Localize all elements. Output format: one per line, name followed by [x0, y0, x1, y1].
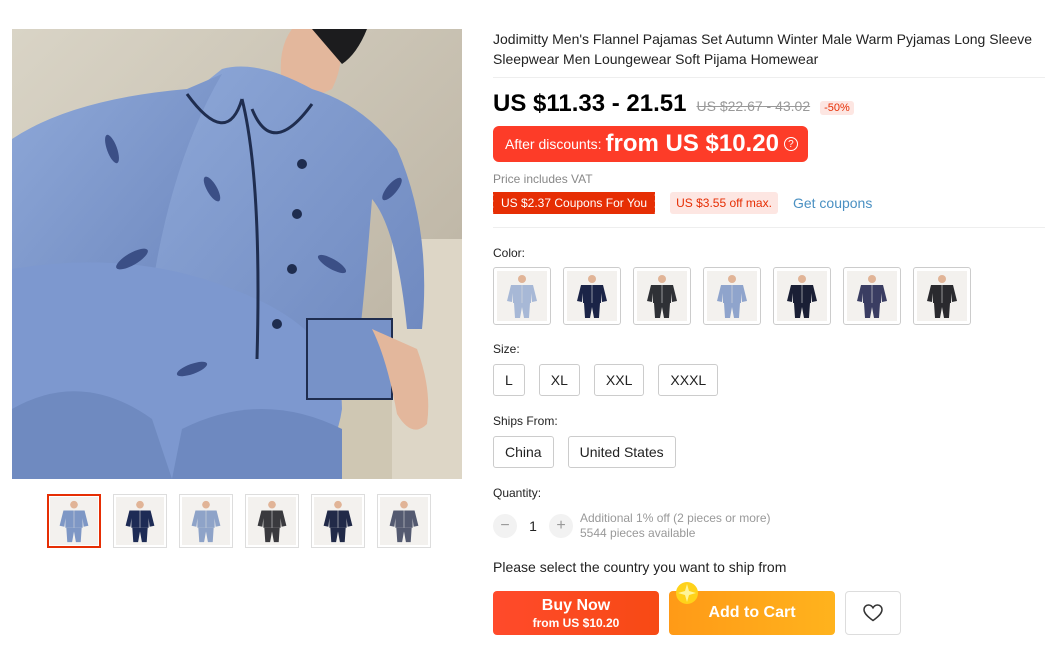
purple-navy-pajama-swatch-icon	[847, 271, 897, 321]
dark-navy-pajama-swatch-icon	[777, 271, 827, 321]
color-swatch[interactable]	[773, 267, 831, 325]
sparkle-icon	[676, 582, 698, 604]
quantity-info: Additional 1% off (2 pieces or more) 554…	[580, 511, 771, 541]
gallery-thumbnail[interactable]	[377, 494, 431, 548]
blue-photo-pajama-swatch-icon	[707, 271, 757, 321]
product-info: Jodimitty Men's Flannel Pajamas Set Autu…	[490, 29, 1045, 635]
navy-pajama-swatch-icon	[567, 271, 617, 321]
main-product-image[interactable]	[12, 29, 462, 479]
discount-badge: -50%	[820, 101, 854, 115]
size-option-xxl[interactable]: XXL	[593, 364, 645, 396]
thumbnail-strip	[47, 494, 431, 548]
color-label: Color:	[493, 246, 526, 260]
size-option-l[interactable]: L	[493, 364, 525, 396]
ships-from-option-china[interactable]: China	[493, 436, 554, 468]
gallery-thumbnail[interactable]	[179, 494, 233, 548]
gallery-thumbnail[interactable]	[113, 494, 167, 548]
navy-pajamas-thumb-icon	[116, 497, 164, 545]
blue-grey-pajamas-thumb-icon	[182, 497, 230, 545]
gallery-thumbnail[interactable]	[245, 494, 299, 548]
buy-now-label: Buy Now	[541, 596, 611, 614]
color-swatch[interactable]	[633, 267, 691, 325]
size-option-xxxl[interactable]: XXXL	[658, 364, 719, 396]
coupon-tag[interactable]: US $2.37 Coupons For You	[490, 192, 656, 214]
get-coupons-link[interactable]: Get coupons	[793, 195, 872, 211]
color-swatch[interactable]	[493, 267, 551, 325]
after-discounts-amount: from US $10.20	[605, 130, 779, 157]
ships-from-option-united-states[interactable]: United States	[567, 436, 676, 468]
grey-pajamas-thumb-icon	[380, 497, 428, 545]
add-to-cart-button[interactable]: Add to Cart	[669, 582, 835, 635]
size-option-xl[interactable]: XL	[538, 364, 580, 396]
size-options: L XL XXL XXXL	[493, 364, 1045, 396]
question-circle-icon[interactable]: ?	[783, 137, 798, 151]
color-swatch[interactable]	[913, 267, 971, 325]
buy-now-button[interactable]: Buy Now from US $10.20	[493, 591, 659, 635]
color-swatch[interactable]	[843, 267, 901, 325]
vat-note: Price includes VAT	[493, 172, 593, 186]
add-to-cart-label: Add to Cart	[708, 604, 796, 621]
current-price: US $11.33 - 21.51	[493, 90, 687, 117]
color-swatch[interactable]	[563, 267, 621, 325]
ship-country-message: Please select the country you want to sh…	[493, 559, 787, 575]
product-title: Jodimitty Men's Flannel Pajamas Set Autu…	[493, 29, 1045, 78]
light-blue-pajamas-thumb-icon	[50, 497, 98, 545]
color-swatches	[493, 267, 1045, 325]
charcoal-pajama-swatch-icon	[637, 271, 687, 321]
dark-grey-pajamas-thumb-icon	[248, 497, 296, 545]
quantity-stepper: − 1 + Additional 1% off (2 pieces or mor…	[493, 511, 1045, 541]
quantity-minus-button[interactable]: −	[493, 514, 517, 538]
pieces-available: 5544 pieces available	[580, 526, 696, 540]
coupon-row: US $2.37 Coupons For You US $3.55 off ma…	[490, 192, 1045, 228]
ships-from-options: China United States	[493, 436, 1045, 468]
quantity-plus-button[interactable]: +	[549, 514, 573, 538]
navy-red-pajamas-thumb-icon	[314, 497, 362, 545]
coupon-off-badge[interactable]: US $3.55 off max.	[670, 192, 778, 214]
gallery-thumbnail[interactable]	[47, 494, 101, 548]
product-gallery	[12, 29, 462, 548]
gallery-thumbnail[interactable]	[311, 494, 365, 548]
ships-from-label: Ships From:	[493, 414, 558, 428]
quantity-value[interactable]: 1	[517, 518, 549, 534]
pajamas-photo-icon	[12, 29, 462, 479]
price-row: US $11.33 - 21.51 US $22.67 - 43.02 -50%	[493, 90, 1045, 118]
black-pajama-swatch-icon	[917, 271, 967, 321]
original-price: US $22.67 - 43.02	[696, 98, 811, 114]
after-discounts-banner[interactable]: After discounts: from US $10.20 ?	[493, 126, 808, 162]
color-swatch[interactable]	[703, 267, 761, 325]
extra-discount-note: Additional 1% off (2 pieces or more)	[580, 511, 771, 525]
size-label: Size:	[493, 342, 520, 356]
light-blue-pajama-swatch-icon	[497, 271, 547, 321]
after-discounts-label: After discounts:	[505, 136, 602, 152]
wishlist-button[interactable]	[845, 591, 901, 635]
buy-now-price: from US $10.20	[532, 615, 620, 630]
heart-icon	[863, 604, 883, 622]
quantity-label: Quantity:	[493, 486, 542, 500]
action-buttons: Buy Now from US $10.20 Add to Cart	[493, 582, 1045, 635]
